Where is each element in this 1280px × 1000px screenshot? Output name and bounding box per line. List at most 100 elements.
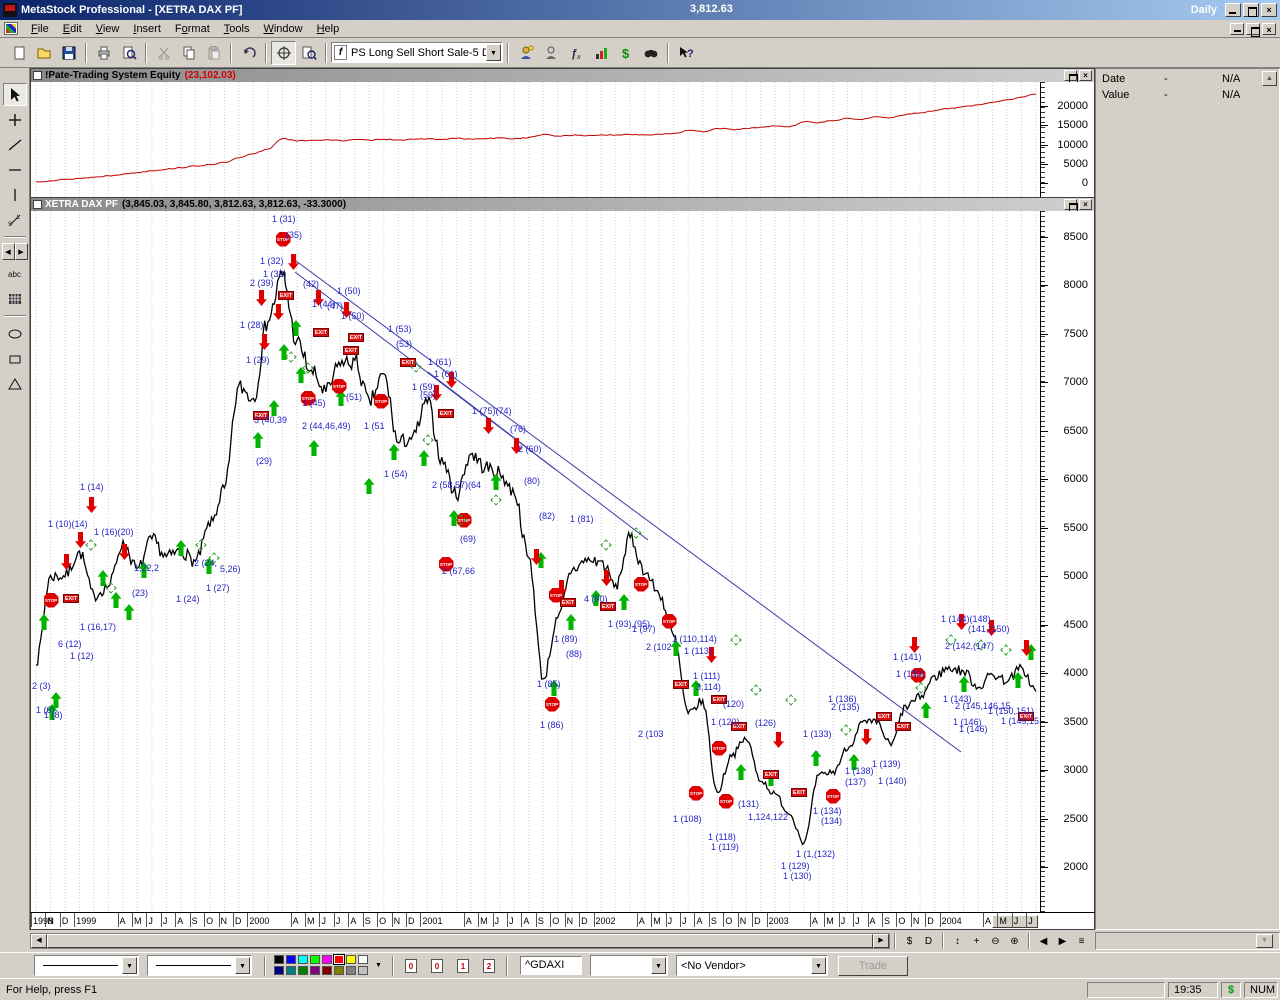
trendline-icon[interactable] xyxy=(3,133,27,156)
palette-color[interactable] xyxy=(322,966,332,975)
scroll-right-icon[interactable]: ▶ xyxy=(1054,933,1071,950)
symbol-input[interactable]: ^GDAXI xyxy=(520,956,582,975)
layout-page-2-icon[interactable]: 1 xyxy=(452,956,474,976)
palette-color[interactable] xyxy=(286,966,296,975)
palette-color[interactable] xyxy=(298,966,308,975)
palette-color[interactable] xyxy=(334,955,344,964)
grid-tool-icon[interactable] xyxy=(3,287,27,310)
rectangle-tool-icon[interactable] xyxy=(3,347,27,370)
trade-button[interactable]: Trade xyxy=(838,956,908,976)
line-weight-combo[interactable]: ▼ xyxy=(147,955,252,976)
layout-page-1-icon[interactable]: 0 xyxy=(426,956,448,976)
scroll-up-icon[interactable]: ▲ xyxy=(1262,71,1277,86)
expert-advisor-icon[interactable] xyxy=(513,41,538,65)
undo-icon[interactable] xyxy=(236,41,261,65)
menu-help[interactable]: Help xyxy=(310,21,347,37)
combo-arrow-icon[interactable]: ▼ xyxy=(651,957,666,974)
layout-page-3-icon[interactable]: 2 xyxy=(478,956,500,976)
app-icon[interactable] xyxy=(3,3,17,17)
new-icon[interactable] xyxy=(6,41,31,65)
palette-color[interactable] xyxy=(310,966,320,975)
child-close-button[interactable]: × xyxy=(1262,23,1276,35)
palette-color[interactable] xyxy=(358,966,368,975)
system-tester-icon[interactable] xyxy=(588,41,613,65)
price-close-button[interactable]: × xyxy=(1079,199,1092,210)
menu-view[interactable]: View xyxy=(89,21,127,37)
price-window-titlebar[interactable]: XETRA DAX PF (3,845.03, 3,845.80, 3,812.… xyxy=(30,197,1095,211)
menu-tools[interactable]: Tools xyxy=(217,21,257,37)
menu-window[interactable]: Window xyxy=(256,21,309,37)
equity-close-button[interactable]: × xyxy=(1079,70,1092,81)
palette-color[interactable] xyxy=(322,955,332,964)
scroll-left-arrow-icon[interactable]: ◀ xyxy=(31,934,47,948)
scrollbar-thumb[interactable] xyxy=(47,934,873,948)
palette-color[interactable] xyxy=(286,955,296,964)
data-list-icon[interactable]: ≡ xyxy=(1073,933,1090,950)
combo-arrow-icon[interactable]: ▼ xyxy=(122,957,137,974)
combo-arrow-icon[interactable]: ▼ xyxy=(486,44,501,61)
page-right-icon[interactable]: ▶ xyxy=(15,243,28,260)
help-pointer-icon[interactable]: ? xyxy=(673,41,698,65)
zoom-out-icon[interactable]: ⊖ xyxy=(987,933,1004,950)
vertical-scale-icon[interactable]: ↕ xyxy=(949,933,966,950)
print-preview-icon[interactable] xyxy=(116,41,141,65)
combo-arrow-icon[interactable]: ▼ xyxy=(811,957,826,974)
crosshair-tool-icon[interactable] xyxy=(3,108,27,131)
menu-format[interactable]: Format xyxy=(168,21,217,37)
child-minimize-button[interactable] xyxy=(1230,23,1244,35)
equity-plot[interactable]: 20000150001000050000 xyxy=(30,82,1095,197)
expert-icon[interactable] xyxy=(538,41,563,65)
text-tool-icon[interactable]: abc xyxy=(3,262,27,285)
palette-color[interactable] xyxy=(310,955,320,964)
interval-combo[interactable]: ▼ xyxy=(590,955,668,976)
close-button[interactable]: × xyxy=(1261,3,1277,17)
vendor-combo[interactable]: <No Vendor> ▼ xyxy=(676,955,828,976)
scroll-right-arrow-icon[interactable]: ▶ xyxy=(873,934,889,948)
open-icon[interactable] xyxy=(31,41,56,65)
menu-file[interactable]: File xyxy=(24,21,56,37)
scroll-left-icon[interactable]: ◀ xyxy=(1035,933,1052,950)
vertical-line-icon[interactable] xyxy=(3,183,27,206)
palette-color[interactable] xyxy=(346,955,356,964)
zoom-indicator-icon[interactable] xyxy=(296,41,321,65)
palette-color[interactable] xyxy=(334,966,344,975)
child-restore-button[interactable] xyxy=(1246,23,1260,35)
price-restore-button[interactable] xyxy=(1064,199,1077,210)
copy-icon[interactable] xyxy=(176,41,201,65)
paste-icon[interactable] xyxy=(201,41,226,65)
restore-button[interactable] xyxy=(1243,3,1259,17)
explorer-icon[interactable] xyxy=(638,41,663,65)
print-icon[interactable] xyxy=(91,41,116,65)
palette-color[interactable] xyxy=(346,966,356,975)
menu-insert[interactable]: Insert xyxy=(126,21,168,37)
page-left-icon[interactable]: ◀ xyxy=(2,243,15,260)
line-style-combo[interactable]: ▼ xyxy=(34,955,139,976)
triangle-tool-icon[interactable] xyxy=(3,372,27,395)
equity-restore-button[interactable] xyxy=(1064,70,1077,81)
dollar-scale-icon[interactable]: $ xyxy=(901,933,918,950)
cycle-lines-icon[interactable]: SL xyxy=(3,208,27,231)
price-plot[interactable]: STOPSTOPSTOPSTOPSTOPSTOPSTOPSTOPSTOPSTOP… xyxy=(30,211,1095,912)
equity-window-titlebar[interactable]: !Pate-Trading System Equity (23,102.03) … xyxy=(30,68,1095,82)
palette-arrow-icon[interactable]: ▼ xyxy=(375,962,382,969)
zoom-in-icon[interactable]: ⊕ xyxy=(1006,933,1023,950)
periodicity-daily-icon[interactable]: D xyxy=(920,933,937,950)
crosshair-icon[interactable] xyxy=(271,41,296,65)
pointer-icon[interactable] xyxy=(3,83,27,106)
favorite-formula-combo[interactable]: fPS Long Sell Short Sale-5 Da▼ xyxy=(331,42,503,63)
menu-edit[interactable]: Edit xyxy=(56,21,89,37)
horizontal-line-icon[interactable] xyxy=(3,158,27,181)
chart-doc-icon[interactable] xyxy=(4,22,18,35)
combo-arrow-icon[interactable]: ▼ xyxy=(235,957,250,974)
minimize-button[interactable] xyxy=(1225,3,1241,17)
trade-dollar-icon[interactable]: $ xyxy=(613,41,638,65)
palette-color[interactable] xyxy=(358,955,368,964)
save-icon[interactable] xyxy=(56,41,81,65)
palette-color[interactable] xyxy=(274,966,284,975)
move-chart-icon[interactable]: + xyxy=(968,933,985,950)
palette-color[interactable] xyxy=(298,955,308,964)
indicator-builder-icon[interactable]: ƒx xyxy=(563,41,588,65)
cut-icon[interactable] xyxy=(151,41,176,65)
horizontal-scrollbar[interactable]: ◀ ▶ xyxy=(30,933,890,949)
ellipse-tool-icon[interactable] xyxy=(3,322,27,345)
